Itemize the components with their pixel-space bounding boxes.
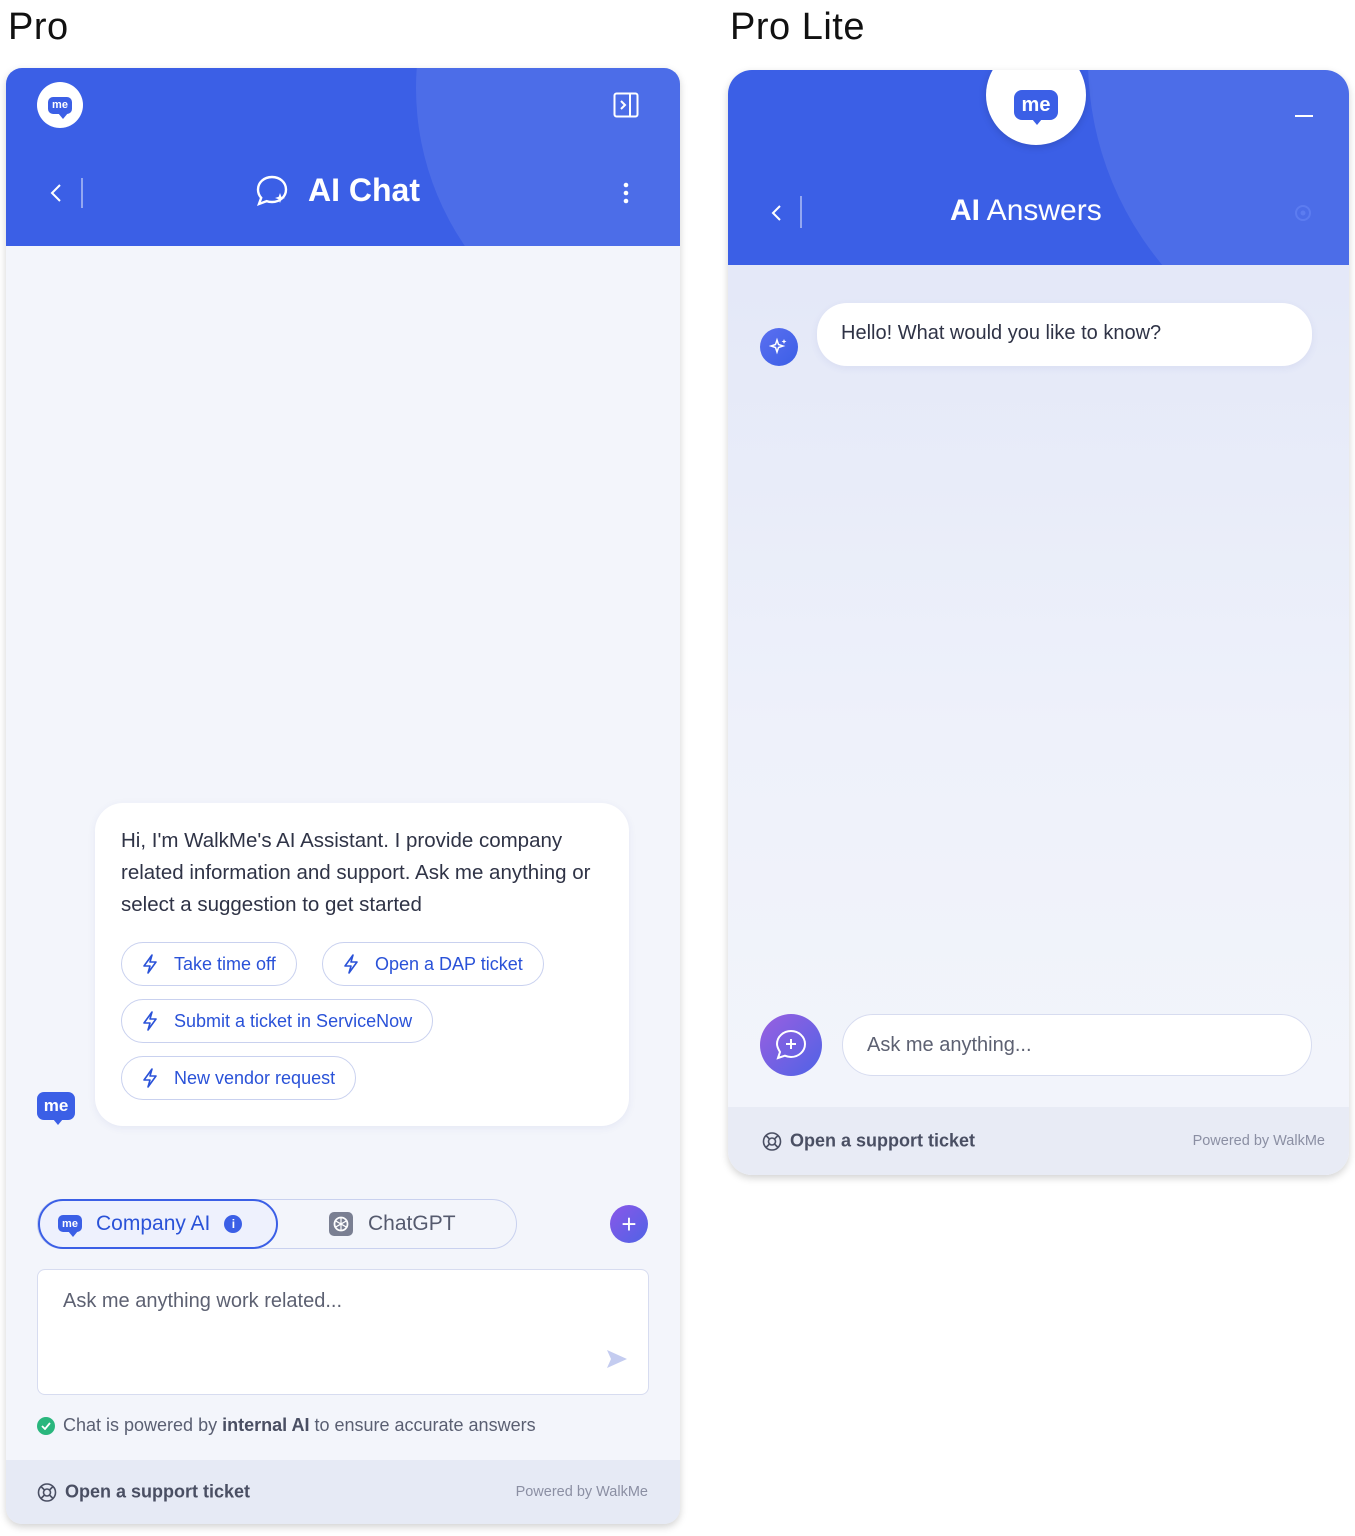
suggestion-open-dap-ticket[interactable]: Open a DAP ticket xyxy=(322,942,544,986)
lifebuoy-icon xyxy=(37,1482,57,1502)
plus-icon: + xyxy=(621,1208,637,1239)
lite-footer: Open a support ticket Powered by WalkMe xyxy=(728,1107,1349,1175)
pro-section-title: Pro xyxy=(8,6,69,48)
me-logo-text: me xyxy=(1014,90,1058,125)
header-decoration xyxy=(1088,70,1349,265)
suggestion-label: New vendor request xyxy=(174,1067,336,1088)
sidebar-toggle-icon[interactable] xyxy=(611,90,641,120)
new-chat-button[interactable]: + xyxy=(610,1205,648,1243)
message-input[interactable]: Ask me anything... xyxy=(842,1014,1312,1076)
pro-header: me AI Chat xyxy=(6,68,680,246)
ai-powered-note: Chat is powered by internal AI to ensure… xyxy=(37,1415,536,1436)
suggestion-new-vendor-request[interactable]: New vendor request xyxy=(121,1056,357,1100)
chatgpt-icon xyxy=(329,1211,353,1236)
ai-chat-icon xyxy=(256,175,288,206)
sparkle-icon xyxy=(769,337,787,355)
support-ticket-label: Open a support ticket xyxy=(790,1130,976,1151)
suggestion-label: Open a DAP ticket xyxy=(375,953,523,974)
lite-title-rest: Answers xyxy=(980,194,1102,227)
assistant-avatar-text: me xyxy=(37,1092,75,1125)
me-logo-text: me xyxy=(48,96,72,119)
info-icon[interactable]: i xyxy=(224,1214,243,1233)
check-icon xyxy=(37,1416,55,1435)
lite-header-title: AI Answers xyxy=(950,194,1102,228)
note-bold: internal AI xyxy=(222,1415,310,1435)
assistant-avatar: me xyxy=(37,1092,75,1125)
bolt-icon xyxy=(143,1011,157,1031)
new-chat-button[interactable] xyxy=(760,1014,822,1076)
pro-chat-panel: me AI Chat Hi, I'm WalkMe's AI Assistant… xyxy=(6,68,680,1524)
pro-title-text: AI Chat xyxy=(308,172,420,208)
bolt-icon xyxy=(344,954,358,974)
ai-sparkle-avatar xyxy=(760,328,798,366)
suggestion-take-time-off[interactable]: Take time off xyxy=(121,942,297,986)
pro-footer: Open a support ticket Powered by WalkMe xyxy=(6,1460,680,1524)
company-ai-option[interactable]: me Company AI i xyxy=(38,1198,278,1249)
support-ticket-link[interactable]: Open a support ticket xyxy=(37,1482,250,1503)
settings-icon[interactable] xyxy=(1292,202,1314,224)
kebab-menu-icon[interactable] xyxy=(616,178,636,208)
note-suffix: to ensure accurate answers xyxy=(309,1415,536,1435)
pro-lite-section-title: Pro Lite xyxy=(730,6,865,48)
assistant-greeting: Hello! What would you like to know? xyxy=(841,322,1162,344)
minimize-icon[interactable] xyxy=(1294,106,1314,126)
suggestion-label: Submit a ticket in ServiceNow xyxy=(174,1010,413,1031)
message-input-placeholder: Ask me anything... xyxy=(867,1034,1032,1056)
send-icon[interactable] xyxy=(606,1349,628,1374)
message-input-placeholder: Ask me anything work related... xyxy=(63,1290,343,1312)
back-chevron-icon[interactable] xyxy=(44,178,68,208)
me-logo[interactable]: me xyxy=(37,82,83,128)
powered-by-label: Powered by WalkMe xyxy=(515,1484,648,1500)
lifebuoy-icon xyxy=(762,1131,782,1151)
assistant-message-bubble: Hello! What would you like to know? xyxy=(817,303,1312,366)
assistant-greeting: Hi, I'm WalkMe's AI Assistant. I provide… xyxy=(121,829,591,916)
ai-source-toggle: me Company AI i ChatGPT xyxy=(37,1198,517,1249)
header-divider xyxy=(800,196,802,228)
support-ticket-link[interactable]: Open a support ticket xyxy=(762,1131,975,1152)
powered-by-label: Powered by WalkMe xyxy=(1192,1133,1325,1149)
back-chevron-icon[interactable] xyxy=(766,198,786,228)
bolt-icon xyxy=(143,1068,157,1088)
message-input[interactable]: Ask me anything work related... xyxy=(37,1269,649,1395)
company-ai-label: Company AI xyxy=(96,1211,211,1235)
suggestion-submit-servicenow-ticket[interactable]: Submit a ticket in ServiceNow xyxy=(121,999,434,1043)
support-ticket-label: Open a support ticket xyxy=(65,1481,251,1502)
bolt-icon xyxy=(143,954,157,974)
company-ai-badge: me xyxy=(58,1215,82,1237)
assistant-message-bubble: Hi, I'm WalkMe's AI Assistant. I provide… xyxy=(95,803,629,1126)
pro-header-title: AI Chat xyxy=(254,172,420,209)
note-prefix: Chat is powered by xyxy=(63,1415,223,1435)
lite-title-bold: AI xyxy=(950,194,980,227)
header-divider xyxy=(81,178,83,208)
chat-plus-icon xyxy=(775,1029,807,1060)
chatgpt-label: ChatGPT xyxy=(368,1211,456,1235)
suggestion-label: Take time off xyxy=(174,953,276,974)
chatgpt-option[interactable]: ChatGPT xyxy=(328,1200,456,1247)
pro-lite-chat-panel: AI Answers me Hello! What would you like… xyxy=(728,70,1349,1175)
